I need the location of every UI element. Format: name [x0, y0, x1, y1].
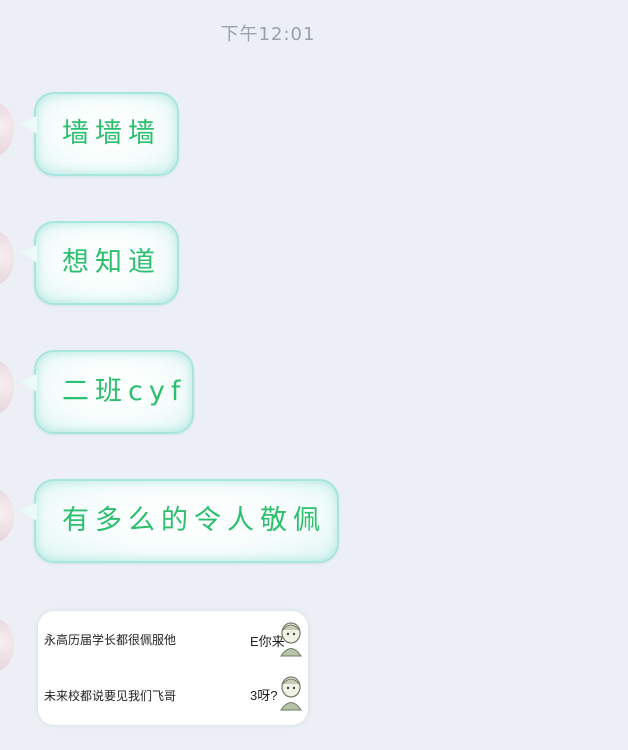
cartoon-avatar-icon — [280, 676, 302, 711]
message-bubble[interactable]: 想知道 — [20, 221, 179, 305]
timestamp: 下午12:01 — [220, 24, 316, 45]
avatar[interactable] — [0, 489, 14, 543]
bubble-tail — [20, 116, 37, 134]
avatar[interactable] — [0, 360, 14, 414]
bubble-tail — [20, 503, 37, 521]
message-bubble[interactable]: 有多么的令人敬佩 — [20, 479, 339, 563]
message-text: 有多么的令人敬佩 — [62, 505, 326, 536]
image-message[interactable]: 永高历届学长都很佩服他 E你来 未来校都说要见我们飞哥 3呀? — [38, 611, 308, 725]
message-bubble[interactable]: 墙墙墙 — [20, 92, 179, 176]
message-text: 二班cyf — [62, 376, 187, 407]
message-bubble[interactable]: 二班cyf — [20, 350, 194, 434]
bubble-tail — [20, 245, 37, 263]
message-text: 想知道 — [62, 247, 161, 278]
image-text-line: 未来校都说要见我们飞哥 — [44, 689, 177, 703]
avatar[interactable] — [0, 102, 14, 156]
message-text: 墙墙墙 — [62, 118, 161, 149]
image-text-line: 永高历届学长都很佩服他 — [44, 633, 177, 647]
avatar[interactable] — [0, 618, 14, 672]
avatar[interactable] — [0, 231, 14, 285]
image-text-tail: 3呀? — [250, 688, 278, 703]
bubble-tail — [20, 374, 37, 392]
cartoon-avatar-icon — [280, 622, 302, 657]
